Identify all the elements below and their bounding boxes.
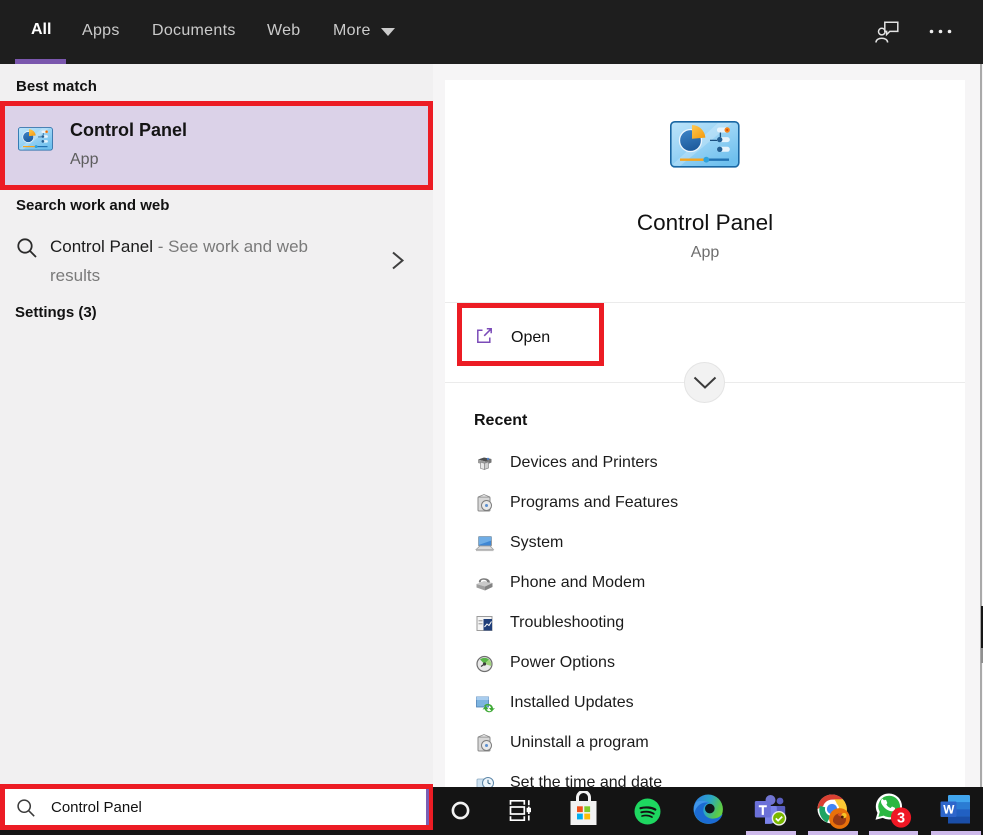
svg-text:3: 3 [897,811,905,827]
